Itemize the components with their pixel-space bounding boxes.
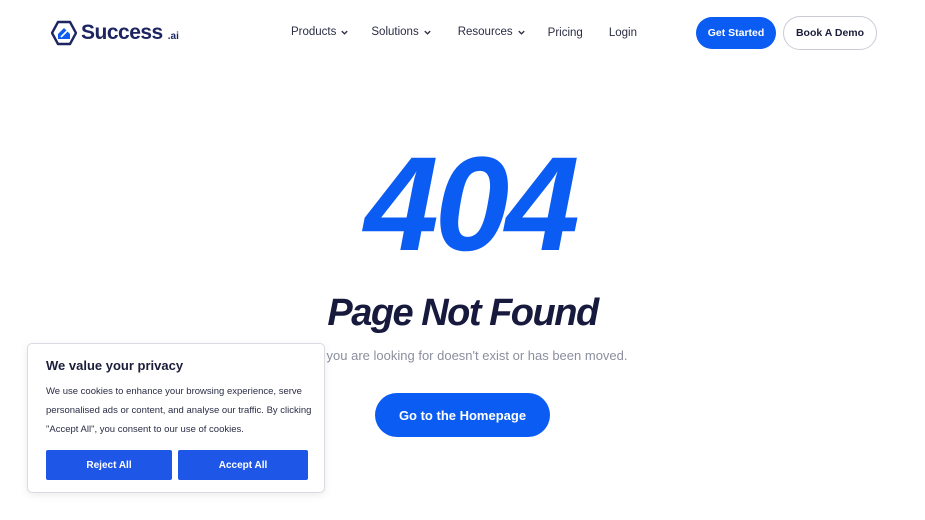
cookie-title: We value your privacy <box>46 358 184 373</box>
page-title: Page Not Found <box>327 292 599 334</box>
nav-products[interactable]: Products <box>291 26 349 38</box>
house-badge-icon <box>51 20 77 46</box>
chevron-down-icon <box>517 30 525 35</box>
reject-all-button[interactable]: Reject All <box>46 450 172 480</box>
main-nav: Products Solutions Resources Pricing Log… <box>291 25 637 39</box>
chevron-down-icon <box>341 30 349 35</box>
logo-suffix: .ai <box>167 31 179 42</box>
logo-text: Success <box>81 21 163 44</box>
accept-all-button[interactable]: Accept All <box>178 450 308 480</box>
nav-pricing[interactable]: Pricing <box>548 27 583 39</box>
nav-resources-label: Resources <box>457 26 513 38</box>
go-homepage-button[interactable]: Go to the Homepage <box>375 393 550 437</box>
get-started-button[interactable]: Get Started <box>696 17 776 49</box>
chevron-down-icon <box>424 30 431 35</box>
cookie-banner: We value your privacy We use cookies to … <box>27 343 325 493</box>
nav-solutions-label: Solutions <box>371 26 419 38</box>
nav-solutions[interactable]: Solutions <box>371 26 431 38</box>
error-code: 404 <box>364 130 580 279</box>
logo[interactable]: Success .ai <box>51 20 179 46</box>
nav-resources[interactable]: Resources <box>458 26 526 38</box>
nav-login[interactable]: Login <box>609 27 637 39</box>
page: Success .ai Products Solutions Resources… <box>0 0 925 520</box>
cookie-text: We use cookies to enhance your browsing … <box>46 386 312 435</box>
book-demo-button[interactable]: Book A Demo <box>783 16 877 50</box>
nav-products-label: Products <box>291 26 337 38</box>
